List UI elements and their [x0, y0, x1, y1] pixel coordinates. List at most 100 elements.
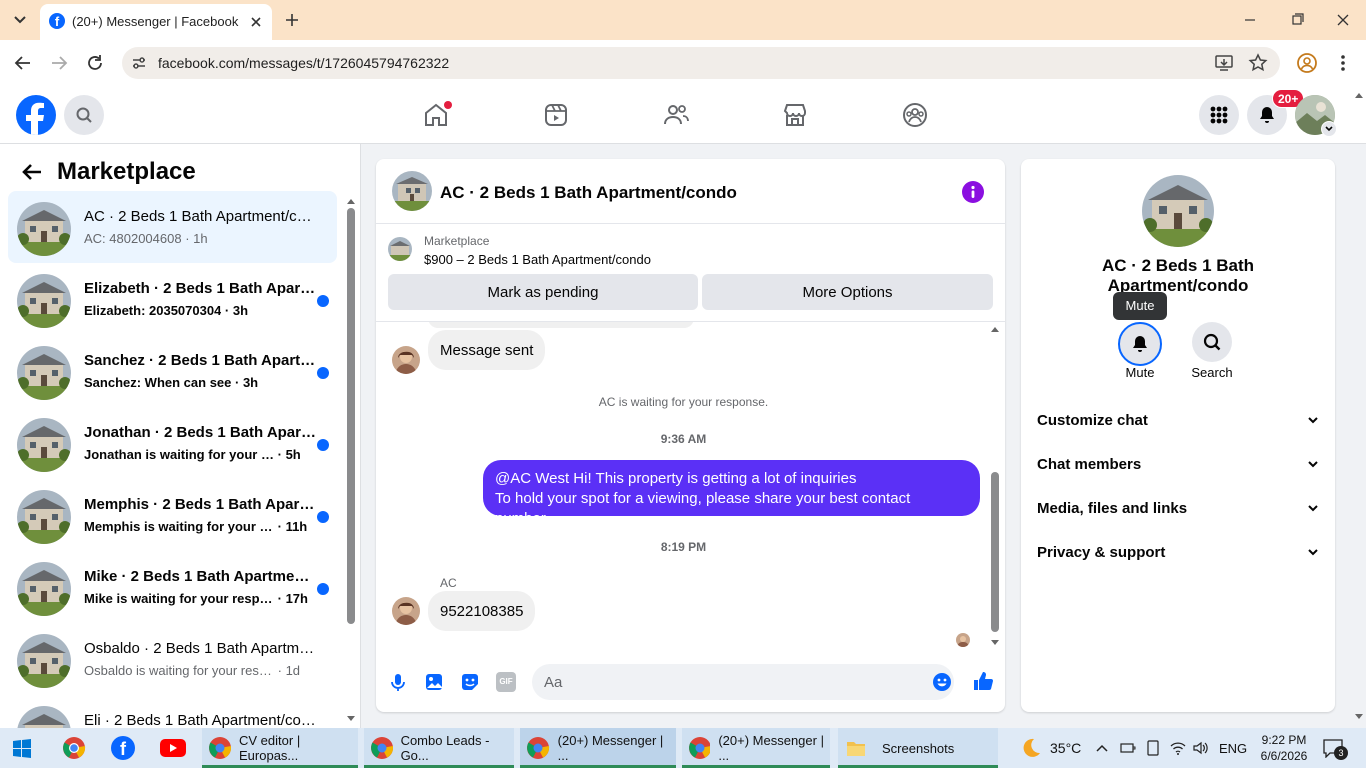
outgoing-message-bubble[interactable]: @AC West Hi! This property is getting a … — [483, 460, 980, 527]
mark-as-pending-button[interactable]: Mark as pending — [388, 274, 698, 310]
more-options-button[interactable]: More Options — [702, 274, 993, 310]
forward-icon[interactable] — [48, 52, 70, 74]
taskbar-app-combo-leads[interactable]: Combo Leads - Go... — [364, 728, 514, 768]
conversation-preview: Elizabeth: 2035070304 — [84, 303, 222, 318]
emoji-icon[interactable] — [932, 672, 952, 692]
device-icon[interactable] — [1145, 728, 1163, 768]
page-scrollbar[interactable] — [1354, 90, 1364, 724]
chat-scrollbar-thumb[interactable] — [991, 472, 999, 632]
listing-text[interactable]: $900 – 2 Beds 1 Bath Apartment/condo — [424, 252, 651, 267]
taskbar-app-label: (20+) Messenger | ... — [557, 733, 664, 763]
conversation-time: 17h — [285, 591, 308, 606]
tab-search-chevron-icon[interactable] — [6, 6, 34, 34]
tab-close-icon[interactable] — [246, 12, 266, 32]
conversation-item[interactable]: Mike · 2 Beds 1 Bath Apartment/condo Mike… — [8, 551, 337, 623]
conversation-item[interactable]: Osbaldo · 2 Beds 1 Bath Apartment/condo O… — [8, 623, 337, 695]
video-icon[interactable] — [542, 101, 570, 129]
taskbar-app-messenger-2[interactable]: (20+) Messenger | ... — [682, 728, 830, 768]
facebook-search-icon[interactable] — [64, 95, 104, 135]
sticker-icon[interactable] — [460, 672, 480, 692]
incoming-message-bubble[interactable]: 9522108385 — [428, 591, 536, 631]
chrome-icon — [527, 737, 550, 759]
sender-avatar[interactable] — [392, 346, 420, 374]
gif-icon[interactable]: GIF — [496, 672, 516, 692]
system-clock[interactable]: 9:22 PM 6/6/2026 — [1256, 728, 1312, 768]
url-text: facebook.com/messages/t/1726045794762322 — [158, 55, 450, 71]
back-arrow-icon[interactable] — [20, 160, 44, 184]
mute-button[interactable] — [1118, 322, 1162, 366]
power-plug-icon[interactable] — [1120, 728, 1138, 768]
chrome-taskbar-icon[interactable] — [62, 728, 88, 768]
conversation-item[interactable]: Memphis · 2 Beds 1 Bath Apartment/condo M… — [8, 479, 337, 551]
volume-icon[interactable] — [1192, 728, 1210, 768]
conversation-title: Sanchez · 2 Beds 1 Bath Apartment/condo — [84, 352, 316, 369]
unread-dot — [317, 583, 329, 595]
conversation-time: 3h — [242, 375, 259, 390]
media-files-links-section[interactable]: Media, files and links — [1037, 496, 1319, 520]
conversation-scrollbar[interactable] — [346, 194, 356, 728]
friends-icon[interactable] — [662, 101, 690, 129]
message-input[interactable]: Aa — [532, 664, 954, 700]
conversation-thumbnail — [17, 418, 71, 472]
chat-scrollbar[interactable] — [990, 324, 1000, 650]
new-tab-icon[interactable] — [282, 10, 302, 30]
microphone-icon[interactable] — [388, 672, 408, 692]
youtube-taskbar-icon[interactable] — [160, 728, 186, 768]
listing-avatar[interactable] — [1142, 175, 1214, 247]
photo-icon[interactable] — [424, 672, 444, 692]
facebook-logo-icon[interactable] — [16, 95, 56, 135]
window-close-icon[interactable] — [1333, 10, 1353, 30]
restore-icon[interactable] — [1287, 10, 1307, 30]
apartment-photo — [17, 274, 71, 328]
groups-icon[interactable] — [901, 101, 929, 129]
install-app-icon[interactable] — [1214, 53, 1234, 73]
home-icon[interactable] — [422, 101, 452, 129]
minimize-icon[interactable] — [1240, 10, 1260, 30]
wifi-icon[interactable] — [1169, 728, 1187, 768]
browser-menu-icon[interactable] — [1332, 52, 1354, 74]
browser-tab[interactable]: f (20+) Messenger | Facebook — [40, 4, 272, 40]
chat-members-section[interactable]: Chat members — [1037, 452, 1319, 476]
notification-center-icon[interactable]: 3 — [1322, 728, 1350, 768]
timestamp: 9:36 AM — [660, 432, 707, 446]
back-icon[interactable] — [12, 52, 34, 74]
account-chevron-icon[interactable] — [1321, 121, 1337, 137]
conversation-title: Jonathan · 2 Beds 1 Bath Apartment/condo — [84, 424, 316, 441]
show-hidden-icons-chevron-icon[interactable] — [1096, 728, 1112, 768]
marketplace-icon[interactable] — [781, 101, 809, 129]
profile-icon[interactable] — [1296, 52, 1318, 74]
language-indicator[interactable]: ENG — [1219, 728, 1249, 768]
weather-moon-icon[interactable] — [1020, 728, 1044, 768]
reload-icon[interactable] — [84, 52, 106, 74]
conversation-item[interactable]: Eli · 2 Beds 1 Bath Apartment/condo — [8, 695, 337, 728]
taskbar-app-label: Screenshots — [882, 740, 955, 756]
address-bar[interactable]: facebook.com/messages/t/1726045794762322 — [122, 47, 1280, 79]
conversation-item[interactable]: Sanchez · 2 Beds 1 Bath Apartment/condo S… — [8, 335, 337, 407]
sender-avatar[interactable] — [392, 597, 420, 625]
bookmark-star-icon[interactable] — [1248, 53, 1268, 73]
apartment-photo — [17, 490, 71, 544]
conversation-item[interactable]: Elizabeth · 2 Beds 1 Bath Apartment/cond… — [8, 263, 337, 335]
conversation-preview-line: Memphis is waiting for your response. · … — [84, 519, 307, 534]
message-bubble-sent-notice[interactable]: Message sent — [428, 330, 546, 370]
customize-chat-section[interactable]: Customize chat — [1037, 408, 1319, 432]
taskbar-app-cv-editor[interactable]: CV editor | Europas... — [202, 728, 358, 768]
scrollbar-thumb[interactable] — [347, 208, 355, 624]
conversation-time: 1h — [193, 231, 208, 246]
search-in-conversation-button[interactable] — [1192, 322, 1232, 362]
tab-title: (20+) Messenger | Facebook — [72, 14, 239, 29]
conversation-item[interactable]: AC · 2 Beds 1 Bath Apartment/condo AC: 48… — [8, 191, 337, 263]
privacy-support-section[interactable]: Privacy & support — [1037, 540, 1319, 564]
facebook-taskbar-icon[interactable]: f — [111, 728, 137, 768]
menu-grid-icon[interactable] — [1199, 95, 1239, 135]
chat-title[interactable]: AC · 2 Beds 1 Bath Apartment/condo — [440, 183, 737, 203]
home-notification-dot — [444, 101, 452, 109]
taskbar-app-screenshots[interactable]: Screenshots — [838, 728, 998, 768]
taskbar-app-messenger-1[interactable]: (20+) Messenger | ... — [520, 728, 676, 768]
conversation-info-icon[interactable] — [962, 181, 984, 203]
site-info-icon[interactable] — [130, 54, 148, 72]
thumbs-up-icon[interactable] — [972, 670, 994, 692]
windows-start-icon[interactable] — [12, 728, 36, 768]
conversation-item[interactable]: Jonathan · 2 Beds 1 Bath Apartment/condo… — [8, 407, 337, 479]
temperature[interactable]: 35°C — [1050, 728, 1090, 768]
